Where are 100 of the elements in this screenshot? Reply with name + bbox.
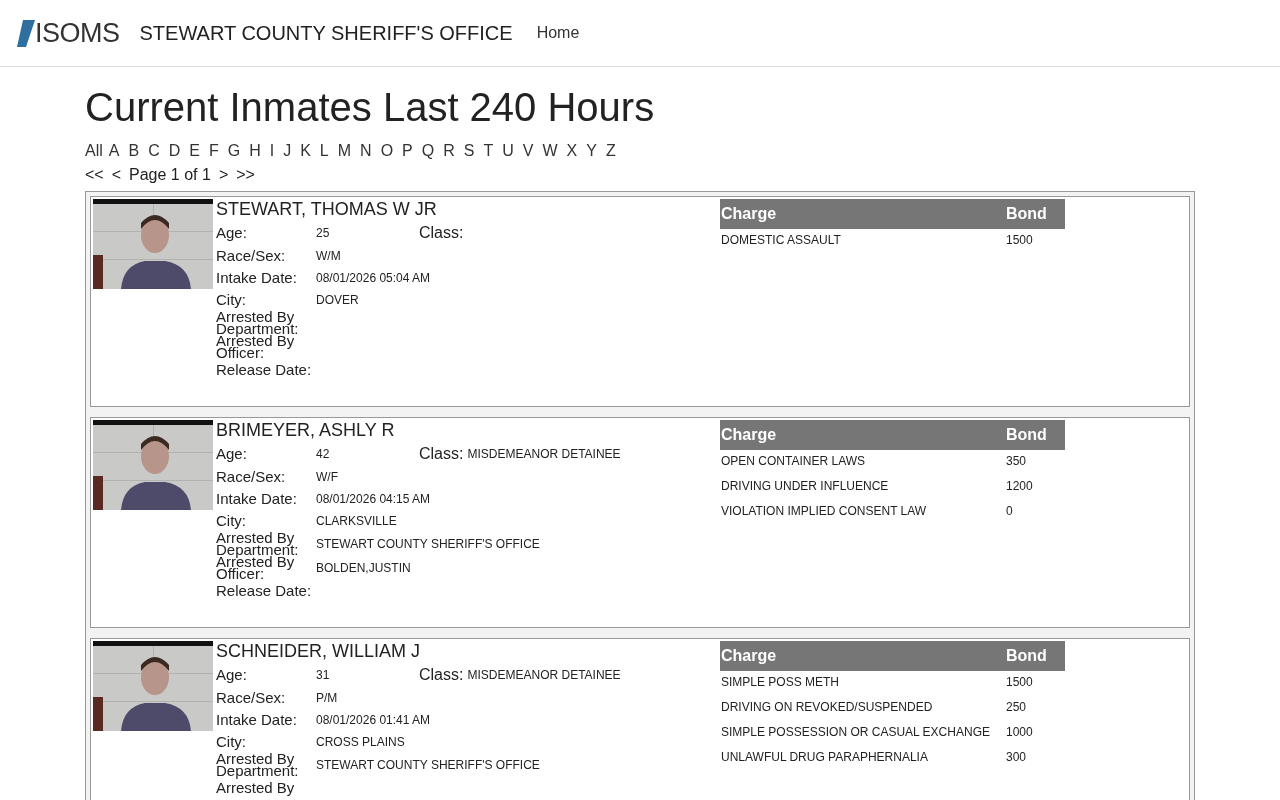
field-value: 31 [316,667,331,684]
charge-cell-text: DRIVING ON REVOKED/SUSPENDED [720,699,934,716]
letter-link[interactable]: S [463,139,475,163]
field-label: Class: [419,665,464,685]
page-title: Current Inmates Last 240 Hours [85,85,656,129]
letter-link[interactable]: R [443,139,455,163]
charge-cell-text: VIOLATION IMPLIED CONSENT LAW [720,503,928,520]
letter-link[interactable]: V [522,139,534,163]
letter-link[interactable]: E [189,139,200,163]
letter-link[interactable]: B [128,139,140,163]
field-value: STEWART COUNTY SHERIFF'S OFFICE [316,536,540,553]
field-label: Arrested By Department: [216,311,300,335]
field-label: Class: [419,223,464,243]
letter-link[interactable]: C [148,139,160,163]
letter-link[interactable]: N [360,139,372,163]
field-value: 08/01/2026 01:41 AM [316,712,431,729]
letter-link[interactable]: J [283,139,292,163]
letter-link[interactable]: H [249,139,261,163]
first-page-link[interactable]: << [85,163,104,187]
next-page-link[interactable]: > [218,163,229,187]
charge-cell: DOMESTIC ASSAULT [720,229,1005,254]
field-label: Age: [216,669,248,681]
last-page-link[interactable]: >> [236,163,255,187]
letter-link[interactable]: Q [421,139,435,163]
column-header: Charge [720,641,1005,671]
column-header: Bond [1005,199,1065,229]
nav-link[interactable]: Home [536,21,580,45]
charge-cell: OPEN CONTAINER LAWS [720,450,1005,475]
field-value: BOLDEN,JUSTIN [316,560,411,577]
field-label: Intake Date: [216,493,298,505]
column-header: Bond [1005,641,1065,671]
field-value: STEWART COUNTY SHERIFF'S OFFICE [316,757,540,774]
field-value: 08/01/2026 04:15 AM [316,491,431,508]
brand-logo-text[interactable]: ISOMS [35,19,120,47]
charge-cell-text: SIMPLE POSSESSION OR CASUAL EXCHANGE [720,724,991,741]
letter-link[interactable]: O [380,139,394,163]
charge-cell-text: UNLAWFUL DRUG PARAPHERNALIA [720,749,929,766]
field-value: W/M [316,248,341,265]
site-title: STEWART COUNTY SHERIFF'S OFFICE [139,21,513,46]
field-label: City: [216,515,247,527]
bond-cell-text: 300 [1005,749,1028,766]
letter-link[interactable]: P [402,139,413,163]
field-label: Arrested By Officer: [216,556,295,580]
field-label: Intake Date: [216,714,298,726]
letter-link[interactable]: W [542,139,558,163]
field-value: DOVER [316,292,359,309]
letter-link[interactable]: K [300,139,311,163]
field-value: 25 [316,225,331,242]
letter-link[interactable]: Y [586,139,597,163]
letter-link[interactable]: Z [605,139,616,163]
inmate-name: BRIMEYER, ASHLY R [216,420,396,440]
letter-link[interactable]: T [483,139,494,163]
field-label: Age: [216,448,248,460]
letter-link[interactable]: U [502,139,514,163]
bond-cell-text: 1200 [1005,478,1034,495]
field-label: Race/Sex: [216,692,287,704]
field-value: MISDEMEANOR DETAINEE [467,446,621,463]
column-header: Bond [1005,420,1065,450]
letter-link[interactable]: M [337,139,352,163]
charge-cell-text: DRIVING UNDER INFLUENCE [720,478,890,495]
field-label: Race/Sex: [216,250,287,262]
field-value: W/F [316,469,338,486]
field-label: Arrested By Department: [216,532,300,556]
bond-cell-text: 250 [1005,699,1028,716]
field-label: Release Date: [216,585,313,597]
field-label: City: [216,294,247,306]
letter-link[interactable]: G [227,139,241,163]
bond-cell-text: 1000 [1005,724,1034,741]
column-header: Charge [720,420,1005,450]
letter-link[interactable]: X [566,139,578,163]
field-label: Arrested By [216,782,296,794]
field-value: 42 [316,446,331,463]
field-label: Class: [419,444,464,464]
bond-cell-text: 0 [1005,503,1014,520]
bond-cell: 1500 [1005,229,1065,254]
previous-page-link[interactable]: < [111,163,122,187]
letter-link[interactable]: L [319,139,329,163]
page-indicator: Page 1 of 1 [129,165,211,185]
letter-link[interactable]: All [85,139,103,163]
logo-icon [17,19,35,47]
letter-link[interactable]: A [108,139,120,163]
letter-link[interactable]: I [269,139,275,163]
field-label: City: [216,736,247,748]
column-header: Charge [720,199,1005,229]
field-value: P/M [316,690,338,707]
field-label: Arrested By Department: [216,753,300,777]
field-value: CROSS PLAINS [316,734,405,751]
field-label: Release Date: [216,364,313,376]
inmate-name: STEWART, THOMAS W JR [216,199,438,219]
inmate-name: SCHNEIDER, WILLIAM J [216,641,422,661]
field-label: Intake Date: [216,272,298,284]
field-label: Age: [216,227,248,239]
letter-link[interactable]: F [208,139,219,163]
field-label: Arrested By Officer: [216,335,295,359]
bond-cell: 350 [1005,450,1065,475]
field-value: CLARKSVILLE [316,513,397,530]
field-label: Race/Sex: [216,471,287,483]
letter-link[interactable]: D [168,139,181,163]
field-value: MISDEMEANOR DETAINEE [467,667,621,684]
bond-cell: 1500 [1005,671,1065,696]
